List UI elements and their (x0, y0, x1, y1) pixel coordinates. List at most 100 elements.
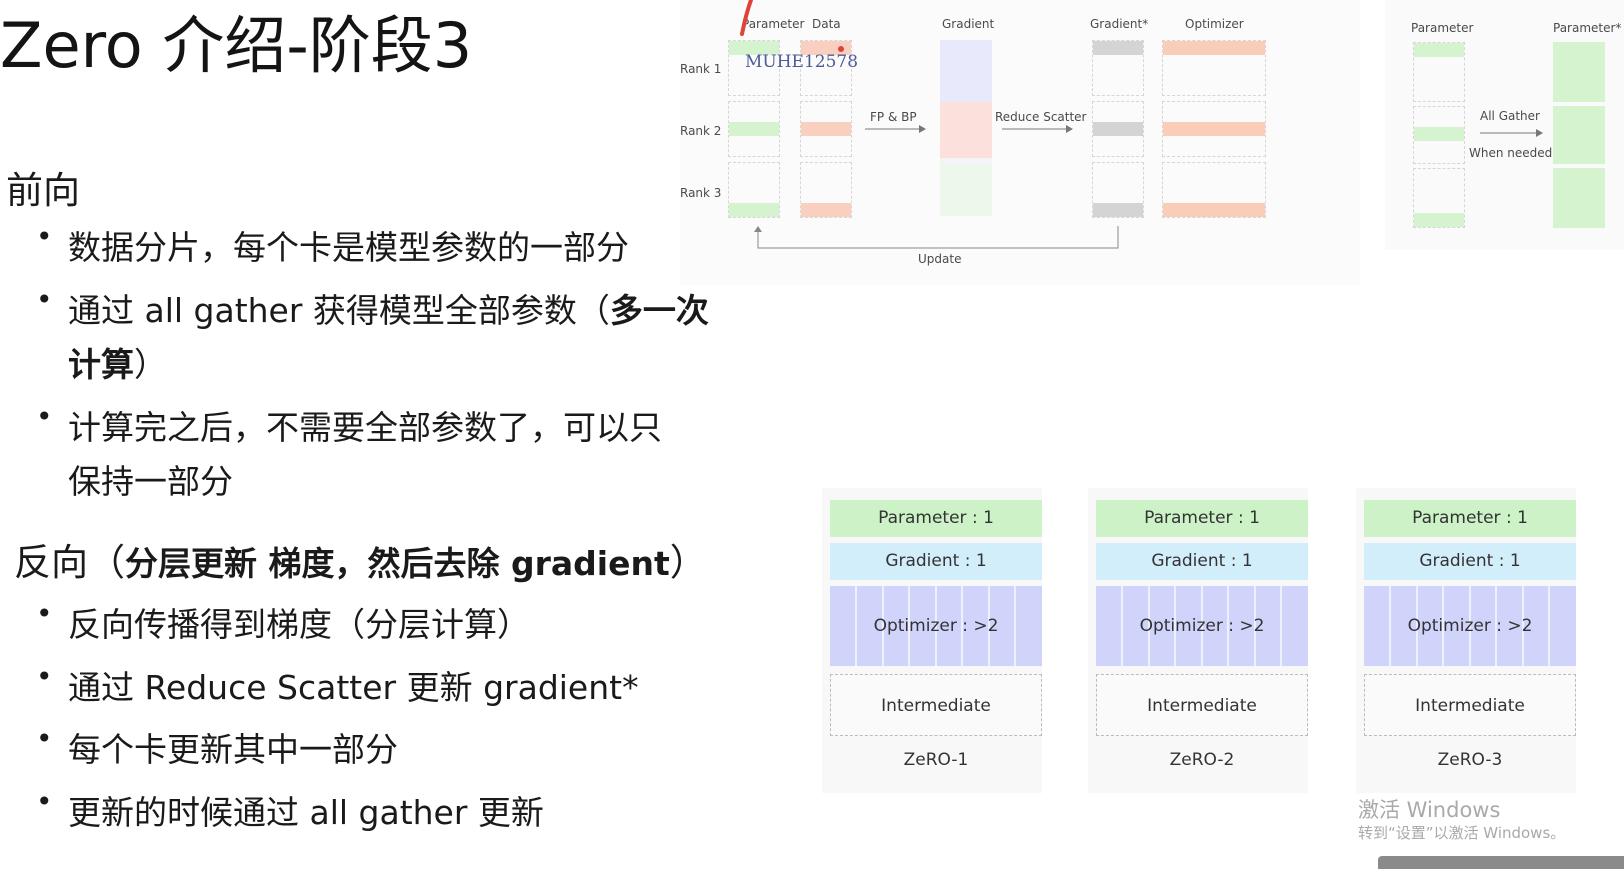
parameter-row: Parameter : 1 (830, 500, 1042, 537)
param-cell-rank3 (728, 162, 780, 218)
param-shard-cell-1 (1413, 42, 1465, 102)
pen-stroke-icon (740, 0, 753, 36)
windows-activation-hint: 转到“设置”以激活 Windows。 (1358, 824, 1566, 842)
bullet-text-bold: 多一次 (609, 291, 709, 330)
param-cell-rank2 (728, 101, 780, 157)
bullet-text: 数据分片，每个卡是模型参数的一部分 (68, 228, 629, 267)
backward-heading-tail: ） (669, 541, 707, 584)
param-shard (1414, 127, 1464, 141)
param-shard-cell-2 (1413, 106, 1465, 164)
rank-label-1: Rank 1 (680, 62, 722, 76)
gradient-full-column (940, 40, 992, 216)
param-shard-cell-3 (1413, 168, 1465, 228)
gradient-star-cell-rank1 (1092, 40, 1144, 96)
bullet-text: 每个卡更新其中一部分 (68, 730, 398, 769)
rank-label-3: Rank 3 (680, 186, 722, 200)
overlay-watermark-id: MUHE12578 (745, 52, 859, 72)
bullet-text: 反向传播得到梯度（分层计算） (68, 605, 530, 644)
data-cell-rank3 (800, 162, 852, 218)
optimizer-label: Optimizer : >2 (1407, 616, 1533, 636)
bullet-dot: • (36, 400, 53, 433)
optimizer-label: Optimizer : >2 (873, 616, 999, 636)
optimizer-row: Optimizer : >2 (1096, 586, 1308, 666)
col-label-gradient: Gradient (942, 17, 995, 31)
bullet-dot: • (36, 283, 53, 316)
gradient-star-shard (1093, 41, 1143, 55)
step-reduce-scatter: Reduce Scatter (995, 110, 1087, 124)
parameter-row: Parameter : 1 (1364, 500, 1576, 537)
bullet-text: 通过 Reduce Scatter 更新 gradient* (68, 668, 639, 707)
zero3-dataflow-diagram: Parameter Data Gradient Gradient* Optimi… (680, 0, 1360, 285)
data-cell-rank2 (800, 101, 852, 157)
optimizer-shard (1163, 122, 1265, 136)
param-shard (729, 122, 779, 136)
backward-heading-bold: 分层更新 梯度，然后去除 gradient (125, 544, 670, 583)
intermediate-row: Intermediate (1096, 674, 1308, 736)
all-gather-diagram: Parameter Parameter* All Gather When nee… (1385, 0, 1624, 250)
zero-stage-label: ZeRO-1 (903, 750, 969, 770)
param-shard (1414, 43, 1464, 57)
bullet-dot: • (36, 597, 53, 630)
bullet-text: 保持一部分 (68, 462, 233, 501)
slide-title: Zero 介绍-阶段3 (0, 9, 473, 82)
param-shard (729, 203, 779, 217)
when-needed-label: When needed (1469, 146, 1553, 160)
step-fp-bp: FP & BP (870, 110, 917, 124)
bullet-dot: • (36, 785, 53, 818)
gradient-row: Gradient : 1 (1096, 543, 1308, 580)
gradient-star-cell-rank3 (1092, 162, 1144, 218)
optimizer-shard (1163, 41, 1265, 55)
pointer-dot-icon (838, 46, 844, 52)
windows-activation-title: 激活 Windows (1358, 798, 1501, 822)
optimizer-row: Optimizer : >2 (830, 586, 1042, 666)
gradient-star-shard (1093, 203, 1143, 217)
gradient-block-1 (940, 40, 992, 102)
param-left-label: Parameter (1411, 21, 1474, 35)
param-full-block-2 (1553, 106, 1605, 164)
bullet-dot: • (36, 220, 53, 253)
optimizer-row: Optimizer : >2 (1364, 586, 1576, 666)
taskbar-strip[interactable] (1378, 856, 1624, 869)
bullet-text-plain: 通过 all gather 获得模型全部参数（ (68, 291, 610, 330)
backward-heading: 反向（分层更新 梯度，然后去除 gradient） (14, 532, 707, 586)
gradient-row: Gradient : 1 (830, 543, 1042, 580)
all-gather-label: All Gather (1480, 109, 1540, 123)
arrow-right-icon (865, 125, 926, 133)
bullet-text: 计算完之后，不需要全部参数了，可以只 (68, 408, 662, 447)
param-right-label: Parameter* (1553, 21, 1622, 35)
optimizer-label: Optimizer : >2 (1139, 616, 1265, 636)
bullet-dot: • (36, 722, 53, 755)
intermediate-row: Intermediate (1364, 674, 1576, 736)
gradient-star-shard (1093, 122, 1143, 136)
parameter-row: Parameter : 1 (1096, 500, 1308, 537)
optimizer-shard (1163, 203, 1265, 217)
zero-stage-label: ZeRO-2 (1169, 750, 1235, 770)
rank-label-2: Rank 2 (680, 124, 722, 138)
bullet-text: 更新的时候通过 all gather 更新 (68, 793, 544, 832)
col-label-gradient-star: Gradient* (1090, 17, 1149, 31)
optimizer-cell-rank3 (1162, 162, 1266, 218)
bullet-text-bold: 计算 (68, 345, 134, 384)
param-full-block-3 (1553, 168, 1605, 228)
param-full-block-1 (1553, 42, 1605, 102)
optimizer-cell-rank1 (1162, 40, 1266, 96)
param-shard (1414, 213, 1464, 227)
zero-panel-1: Parameter : 1 Gradient : 1 Optimizer : >… (822, 488, 1042, 793)
zero-panel-3: Parameter : 1 Gradient : 1 Optimizer : >… (1356, 488, 1576, 793)
col-label-data: Data (812, 17, 841, 31)
arrow-right-icon (1002, 125, 1073, 133)
zero-stage-label: ZeRO-3 (1437, 750, 1503, 770)
bullet-text: 通过 all gather 获得模型全部参数（多一次 (68, 283, 709, 339)
gradient-block-3 (940, 164, 992, 216)
optimizer-cell-rank2 (1162, 101, 1266, 157)
data-shard (801, 203, 851, 217)
gradient-star-cell-rank2 (1092, 101, 1144, 157)
update-label: Update (918, 252, 962, 266)
bullet-text: 计算） (68, 337, 167, 393)
backward-heading-plain: 反向（ (14, 541, 125, 584)
arrow-right-icon (1480, 129, 1543, 137)
gradient-row: Gradient : 1 (1364, 543, 1576, 580)
zero-panel-2: Parameter : 1 Gradient : 1 Optimizer : >… (1088, 488, 1308, 793)
gradient-block-2 (940, 102, 992, 158)
data-shard (801, 122, 851, 136)
